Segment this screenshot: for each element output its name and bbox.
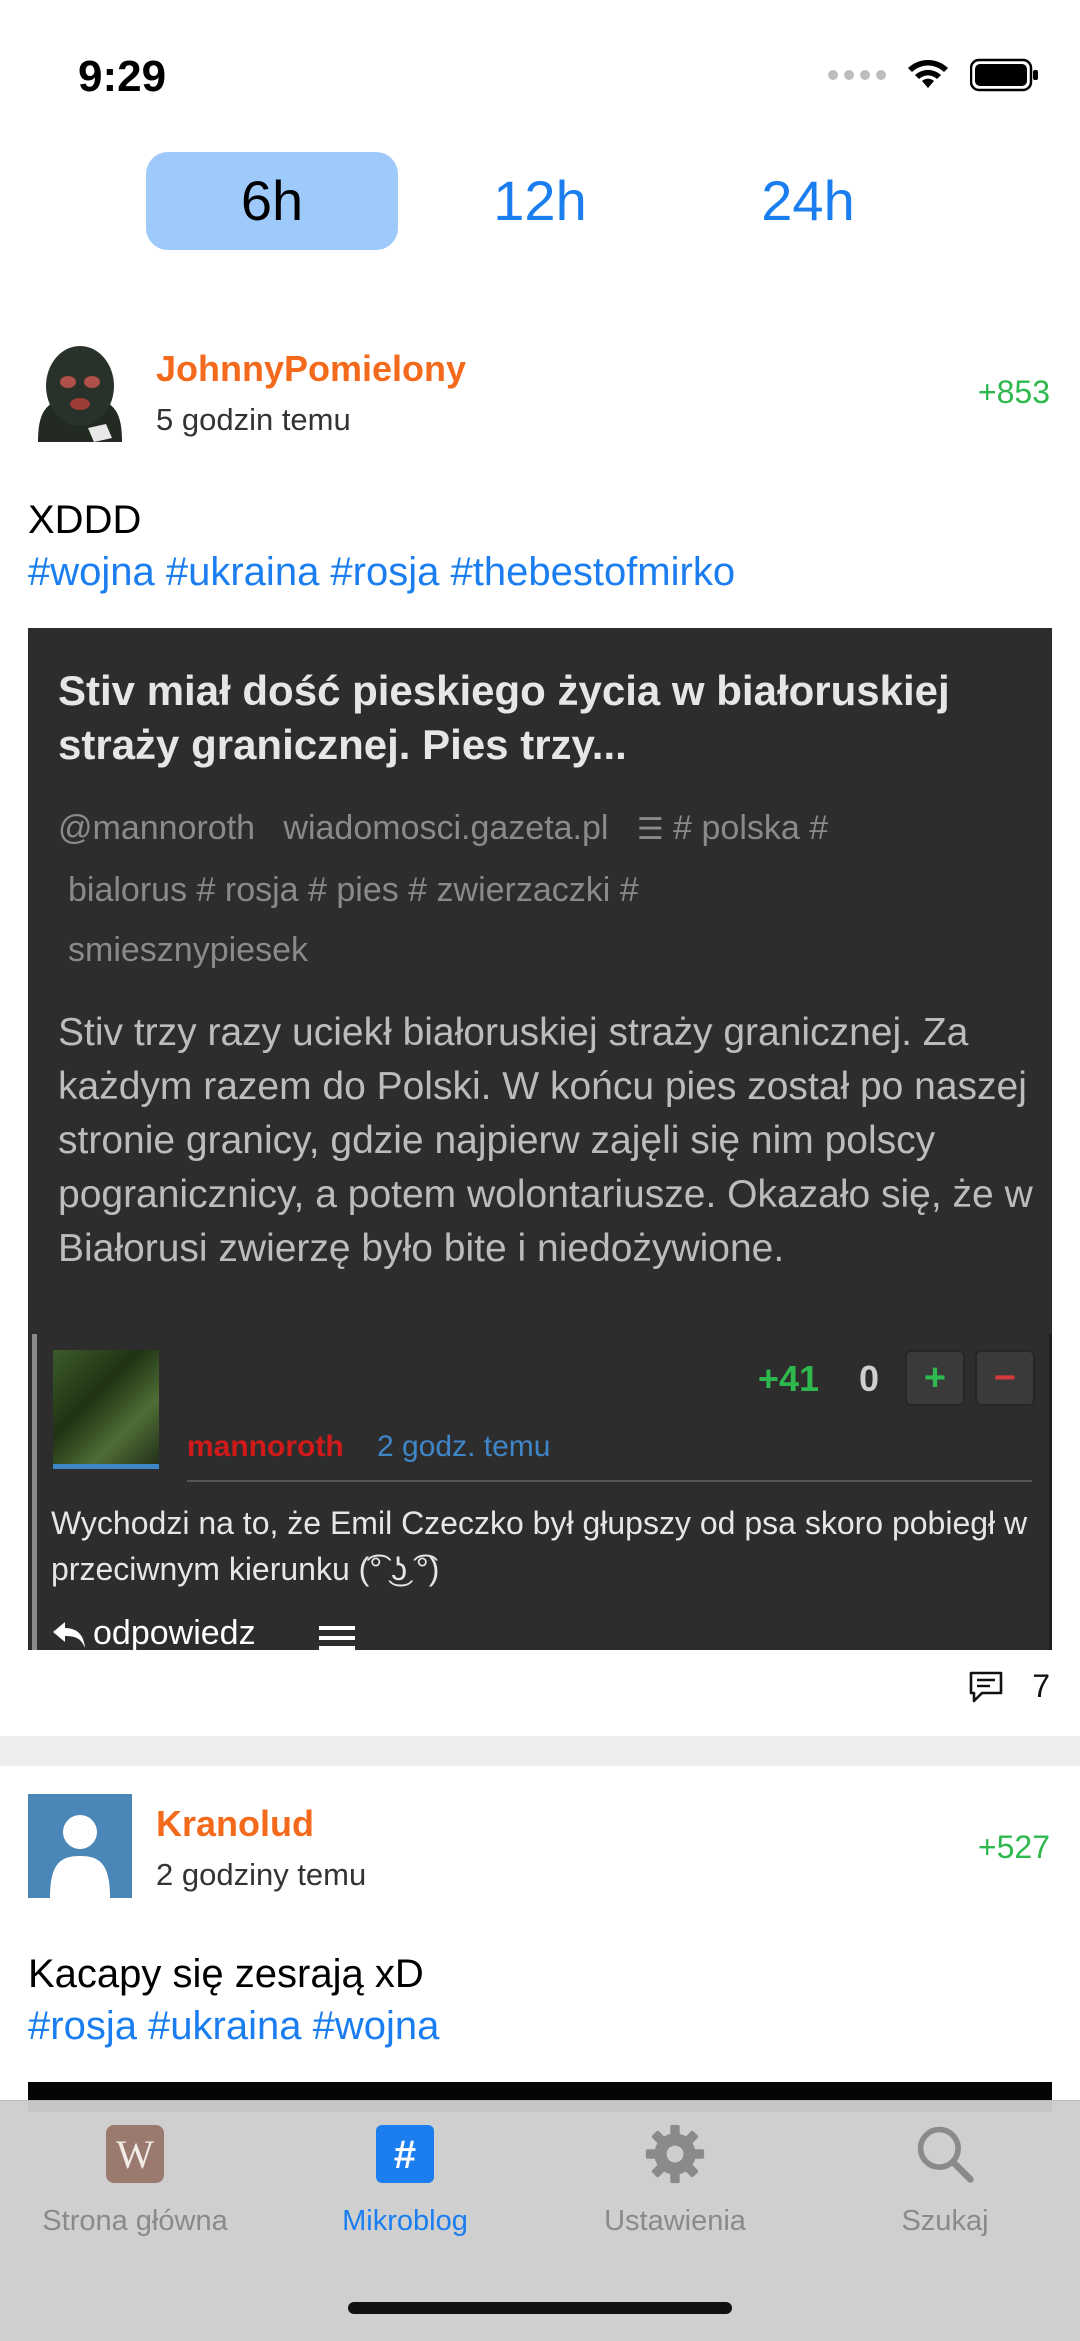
wykop-logo-icon: W <box>104 2123 166 2185</box>
reply-label: odpowiedz <box>93 1614 256 1650</box>
segment-24h[interactable]: 24h <box>682 152 934 250</box>
menu-icon[interactable] <box>319 1624 355 1650</box>
vote-down-button[interactable]: − <box>975 1350 1035 1406</box>
post-score[interactable]: +527 <box>978 1829 1050 1866</box>
vote-up-button[interactable]: + <box>905 1350 965 1406</box>
comment-time[interactable]: 2 godz. temu <box>377 1430 550 1464</box>
post-tags[interactable]: #rosja #ukraina #wojna <box>28 2000 439 2052</box>
divider <box>187 1480 1032 1482</box>
segment-6h[interactable]: 6h <box>146 152 398 250</box>
embed-title[interactable]: Stiv miał dość pieskiego życia w białoru… <box>58 664 1028 772</box>
post-time: 5 godzin temu <box>156 402 351 437</box>
comments-count[interactable]: 7 <box>968 1668 1050 1705</box>
embed-domain[interactable]: wiadomosci.gazeta.pl <box>283 809 608 847</box>
comment-score: +41 <box>757 1358 819 1399</box>
svg-text:W: W <box>116 2132 154 2177</box>
post-score[interactable]: +853 <box>978 374 1050 411</box>
embed-description: Stiv trzy razy uciekł białoruskiej straż… <box>58 1011 1033 1270</box>
reply-button[interactable]: odpowiedz <box>51 1614 256 1650</box>
home-indicator[interactable] <box>348 2302 732 2314</box>
segment-12h[interactable]: 12h <box>414 152 666 250</box>
comment-text: Wychodzi na to, że Emil Czeczko był głup… <box>51 1505 1028 1587</box>
hashtag-icon: # <box>374 2123 436 2185</box>
embed-tags-line-3[interactable]: smiesznypiesek <box>58 920 1018 980</box>
comment-username[interactable]: mannoroth <box>187 1430 344 1464</box>
embed-tags-line-2[interactable]: bialorus # rosja # pies # zwierzaczki # <box>58 860 1018 920</box>
comment-score-minus: 0 <box>858 1358 879 1399</box>
time-range-segmented-control: 6h 12h 24h <box>0 152 1080 252</box>
svg-text:#: # <box>394 2133 416 2177</box>
status-bar: 9:29 <box>0 0 1080 140</box>
reply-icon <box>53 1621 85 1648</box>
post-time: 2 godziny temu <box>156 1857 367 1892</box>
tab-label: Mikroblog <box>342 2205 468 2237</box>
comment-icon <box>969 1671 1003 1702</box>
post-username[interactable]: JohnnyPomielony <box>156 348 466 390</box>
comments-count-value: 7 <box>1032 1668 1050 1704</box>
post-username[interactable]: Kranolud <box>156 1803 314 1845</box>
gear-icon <box>644 2123 706 2185</box>
embed-tags[interactable]: # polska # <box>673 809 828 847</box>
tab-label: Ustawienia <box>604 2205 746 2237</box>
tab-settings[interactable]: Ustawienia <box>540 2123 810 2238</box>
embedded-link-preview[interactable]: Stiv miał dość pieskiego życia w białoru… <box>28 628 1052 1650</box>
embed-meta: @mannoroth wiadomosci.gazeta.pl ☰ # pols… <box>58 798 1018 980</box>
signal-icon <box>828 70 886 80</box>
post-separator <box>0 1736 1080 1766</box>
embed-author[interactable]: @mannoroth <box>58 809 255 847</box>
tab-label: Strona główna <box>42 2205 228 2237</box>
battery-icon <box>970 58 1038 92</box>
comment-avatar[interactable] <box>53 1350 159 1469</box>
tab-search[interactable]: Szukaj <box>810 2123 1080 2238</box>
post-tags[interactable]: #wojna #ukraina #rosja #thebestofmirko <box>28 546 735 598</box>
status-time: 9:29 <box>78 52 167 101</box>
avatar[interactable] <box>28 1794 132 1898</box>
post-text: Kacapy się zesrają xD <box>28 1952 424 1996</box>
avatar[interactable] <box>28 338 132 442</box>
wifi-icon <box>908 60 948 88</box>
post-text: XDDD <box>28 498 142 542</box>
list-icon: ☰ <box>636 813 664 846</box>
tab-home[interactable]: W Strona główna <box>0 2123 270 2238</box>
embed-comment: +41 0 + − mannoroth 2 godz. temu Wychodz… <box>32 1334 1052 1650</box>
tab-label: Szukaj <box>901 2205 989 2237</box>
search-icon <box>914 2123 976 2185</box>
tab-mikroblog[interactable]: # Mikroblog <box>270 2123 540 2238</box>
status-icons <box>828 58 1040 92</box>
